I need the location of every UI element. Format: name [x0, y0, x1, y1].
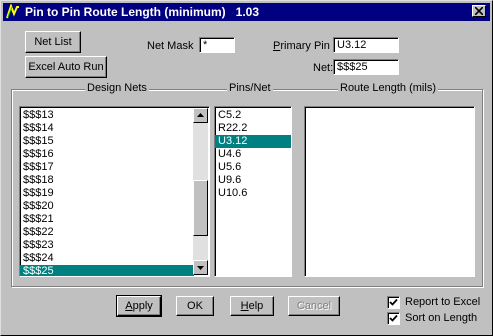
primary-pin-input[interactable]: U3.12	[333, 37, 399, 53]
design-net-item[interactable]: $$$23	[20, 239, 194, 252]
route-length-header: Route Length (mils)	[338, 82, 438, 95]
report-to-excel-checkbox[interactable]	[387, 296, 400, 309]
pin-item[interactable]: U4.6	[215, 148, 291, 161]
design-net-item[interactable]: $$$15	[20, 135, 194, 148]
design-nets-list[interactable]: $$$13 $$$14 $$$15 $$$16 $$$17 $$$18 $$$19 $$$20…	[19, 106, 210, 277]
net-input[interactable]: $$$25	[333, 59, 399, 75]
design-net-item[interactable]: $$$20	[20, 200, 194, 213]
close-button[interactable]	[472, 5, 486, 17]
design-nets-header: Design Nets	[85, 82, 149, 95]
design-net-item[interactable]: $$$16	[20, 148, 194, 161]
close-icon	[475, 7, 483, 15]
app-icon	[5, 3, 21, 20]
pins-list[interactable]: C5.2 R22.2 U3.12 U4.6 U5.6 U9.6 U10.6	[214, 106, 292, 277]
help-button[interactable]: Help	[230, 296, 274, 316]
pin-item[interactable]: U10.6	[215, 187, 291, 200]
cancel-button[interactable]: Cancel	[288, 296, 340, 316]
checkmark-icon	[389, 314, 398, 322]
excel-auto-run-button[interactable]: Excel Auto Run	[25, 56, 107, 78]
pin-item[interactable]: U3.12	[215, 135, 291, 148]
pin-item[interactable]: U5.6	[215, 161, 291, 174]
pins-per-net-header: Pins/Net	[227, 82, 273, 95]
sort-on-length-label: Sort on Length	[405, 312, 478, 324]
net-list-button[interactable]: Net List	[25, 31, 81, 53]
design-net-item[interactable]: $$$22	[20, 226, 194, 239]
report-to-excel-label: Report to Excel	[405, 296, 481, 308]
net-mask-label: Net Mask	[147, 40, 194, 52]
scroll-up-button[interactable]	[193, 108, 208, 123]
arrow-down-icon	[197, 266, 204, 270]
sort-on-length-checkbox[interactable]	[387, 312, 400, 325]
route-length-list[interactable]	[304, 106, 475, 277]
design-net-item[interactable]: $$$19	[20, 187, 194, 200]
ok-button[interactable]: OK	[176, 296, 214, 316]
design-net-item[interactable]: $$$17	[20, 161, 194, 174]
design-nets-scrollbar[interactable]	[193, 108, 208, 275]
design-net-item[interactable]: $$$24	[20, 252, 194, 265]
pin-item[interactable]: U9.6	[215, 174, 291, 187]
primary-pin-label: Primary Pin	[273, 40, 330, 52]
apply-button[interactable]: Apply	[116, 295, 162, 317]
pin-item[interactable]: R22.2	[215, 122, 291, 135]
design-net-item[interactable]: $$$18	[20, 174, 194, 187]
title-bar[interactable]: Pin to Pin Route Length (minimum) 1.03	[3, 3, 490, 21]
design-net-item[interactable]: $$$13	[20, 109, 194, 122]
design-net-item[interactable]: $$$21	[20, 213, 194, 226]
window-title: Pin to Pin Route Length (minimum) 1.03	[25, 5, 260, 19]
design-net-item[interactable]: $$$14	[20, 122, 194, 135]
scroll-down-button[interactable]	[193, 260, 208, 275]
scroll-thumb[interactable]	[193, 180, 208, 236]
checkmark-icon	[389, 298, 398, 306]
net-mask-input[interactable]: *	[199, 37, 235, 53]
pin-item[interactable]: C5.2	[215, 109, 291, 122]
design-net-item[interactable]: $$$25	[20, 265, 194, 276]
dialog-window: Pin to Pin Route Length (minimum) 1.03 N…	[0, 0, 493, 336]
net-label: Net:	[313, 62, 334, 74]
arrow-up-icon	[197, 113, 204, 117]
